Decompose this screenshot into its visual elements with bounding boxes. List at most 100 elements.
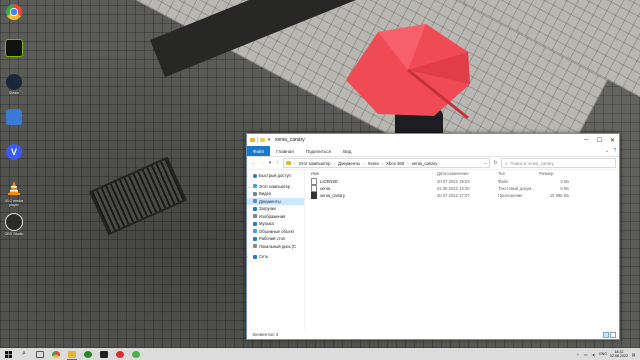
ribbon-tabs: Файл Главная Поделиться Вид ⌄ ? [247, 146, 619, 157]
nav-item-pictures[interactable]: Изображения [247, 213, 304, 221]
item-count: Элементов: 3 [252, 332, 279, 337]
taskbar-file-explorer[interactable] [64, 348, 80, 360]
nav-item-music[interactable]: Музыка [247, 220, 304, 228]
xbox-icon [84, 350, 92, 358]
maximize-button[interactable]: ☐ [593, 134, 606, 146]
desktop-icon-obs[interactable]: OBS Studio [2, 213, 26, 246]
desktop-icon-app[interactable] [2, 109, 26, 142]
desktop-icon-nvidia[interactable] [2, 39, 26, 72]
column-header-size[interactable]: Размер [539, 171, 579, 176]
task-view-icon [36, 350, 44, 358]
search-input[interactable]: ⌕ Поиск в: xenia_canary [501, 158, 616, 168]
windows-logo-icon [4, 350, 12, 358]
tab-view[interactable]: Вид [337, 146, 357, 156]
taskbar-browser[interactable] [128, 348, 144, 360]
tab-home[interactable]: Главная [270, 146, 299, 156]
expand-ribbon-button[interactable]: ⌄ [603, 146, 611, 156]
breadcrumb-item[interactable]: Xbox 360 [386, 161, 404, 166]
desktop-icon-chrome[interactable] [2, 4, 26, 37]
computer-icon [253, 184, 257, 189]
taskbar-chrome[interactable] [48, 348, 64, 360]
breadcrumb-item[interactable]: xenia_canary [412, 161, 438, 166]
help-icon[interactable]: ? [611, 146, 619, 156]
nav-item-network[interactable]: › Сеть [247, 253, 304, 261]
chevron-down-icon[interactable]: ⌄ [247, 184, 251, 189]
view-toggle [603, 331, 619, 338]
taskbar-app[interactable] [96, 348, 112, 360]
documents-folder-icon [253, 199, 257, 204]
chevron-up-icon[interactable]: ^ [575, 352, 580, 357]
browser-icon [132, 350, 140, 358]
status-bar: Элементов: 3 [247, 330, 619, 339]
large-icons-view-button[interactable] [610, 331, 616, 338]
language-indicator[interactable]: ENG [599, 352, 607, 356]
nav-item-downloads[interactable]: Загрузки [247, 205, 304, 213]
file-icon [311, 178, 317, 185]
file-row[interactable]: LICENSE 30.07.2022 19:53 Файл 2 КБ [311, 178, 619, 185]
star-icon [253, 173, 257, 178]
address-bar[interactable]: › Этот компьютер › Документы › Xenia › X… [283, 158, 490, 168]
clock[interactable]: 18:32 02.08.2022 [610, 350, 628, 358]
navigation-pane: › Быстрый доступ ⌄ Этот компьютер Видео … [247, 169, 305, 330]
taskbar-xbox[interactable] [80, 348, 96, 360]
chevron-down-icon[interactable]: ▾ [267, 136, 271, 144]
file-row[interactable]: xenia_canary 30.07.2022 17:07 Приложение… [311, 192, 619, 199]
column-header-name[interactable]: Имя [311, 171, 437, 176]
window-titlebar[interactable]: ▾ xenia_canary ─ ☐ ✕ [247, 134, 619, 146]
search-icon: ⌕ [505, 160, 508, 166]
desktop-icon-steam[interactable]: Steam [2, 74, 26, 107]
desktop-folder-icon [253, 236, 257, 241]
taskbar-search-icon[interactable]: ⌕ [16, 348, 32, 360]
window-title: xenia_canary [275, 137, 305, 143]
file-row[interactable]: xenia 02.08.2022 18:20 Текстовый докум..… [311, 185, 619, 192]
music-folder-icon [253, 221, 257, 226]
close-button[interactable]: ✕ [606, 134, 619, 146]
breadcrumb-item[interactable]: Этот компьютер [298, 161, 330, 166]
app-icon [100, 350, 108, 358]
v-app-icon: V [6, 144, 22, 160]
chevron-right-icon[interactable]: › [247, 173, 251, 178]
taskbar-task-view[interactable] [32, 348, 48, 360]
nav-item-3d-objects[interactable]: Объемные объект [247, 228, 304, 236]
back-button[interactable]: ← [250, 159, 257, 167]
explorer-content: › Быстрый доступ ⌄ Этот компьютер Видео … [247, 169, 619, 330]
desktop-icon-vlc[interactable]: VLC media player [2, 178, 26, 211]
quick-folder-icon[interactable] [260, 138, 265, 142]
file-list: Имя Дата изменения Тип Размер LICENSE 30… [305, 169, 619, 330]
breadcrumb-item[interactable]: Документы [338, 161, 360, 166]
system-tray: ^ ▭ ◂) ENG 18:32 02.08.2022 ▤ [575, 350, 640, 358]
nav-item-quick-access[interactable]: › Быстрый доступ [247, 172, 304, 180]
forward-button[interactable]: → [259, 159, 266, 167]
details-view-button[interactable] [603, 331, 609, 338]
tab-share[interactable]: Поделиться [300, 146, 337, 156]
network-icon[interactable]: ▭ [583, 352, 588, 357]
nav-item-documents[interactable]: Документы [247, 197, 304, 205]
media-icon [116, 350, 124, 358]
minimize-button[interactable]: ─ [580, 134, 593, 146]
refresh-button[interactable]: ↻ [492, 159, 499, 167]
nav-item-desktop[interactable]: Рабочий стол [247, 235, 304, 243]
exe-icon [311, 192, 317, 199]
3d-objects-icon [253, 229, 257, 234]
quick-access-toolbar: ▾ [250, 136, 271, 144]
column-header-date[interactable]: Дата изменения [437, 171, 498, 176]
recent-locations-button[interactable]: ▾ [268, 159, 272, 167]
notifications-icon[interactable]: ▤ [631, 352, 636, 357]
breadcrumb-item[interactable]: Xenia [368, 161, 379, 166]
desktop-icon-v[interactable]: V [2, 144, 26, 177]
nav-item-this-pc[interactable]: ⌄ Этот компьютер [247, 183, 304, 191]
volume-icon[interactable]: ◂) [591, 352, 596, 357]
folder-icon [250, 138, 255, 142]
nav-item-local-disk[interactable]: Локальный диск (C [247, 243, 304, 251]
up-button[interactable]: ↑ [274, 159, 281, 167]
vlc-cone-icon [8, 181, 20, 195]
column-header-type[interactable]: Тип [498, 171, 539, 176]
divider [257, 137, 258, 143]
address-dropdown-icon[interactable]: ⌄ [483, 160, 489, 166]
taskbar-media[interactable] [112, 348, 128, 360]
start-button[interactable] [0, 348, 16, 360]
chevron-right-icon[interactable]: › [247, 254, 251, 259]
chrome-icon [6, 4, 22, 20]
tab-file[interactable]: Файл [247, 146, 271, 156]
nav-item-video[interactable]: Видео [247, 190, 304, 198]
